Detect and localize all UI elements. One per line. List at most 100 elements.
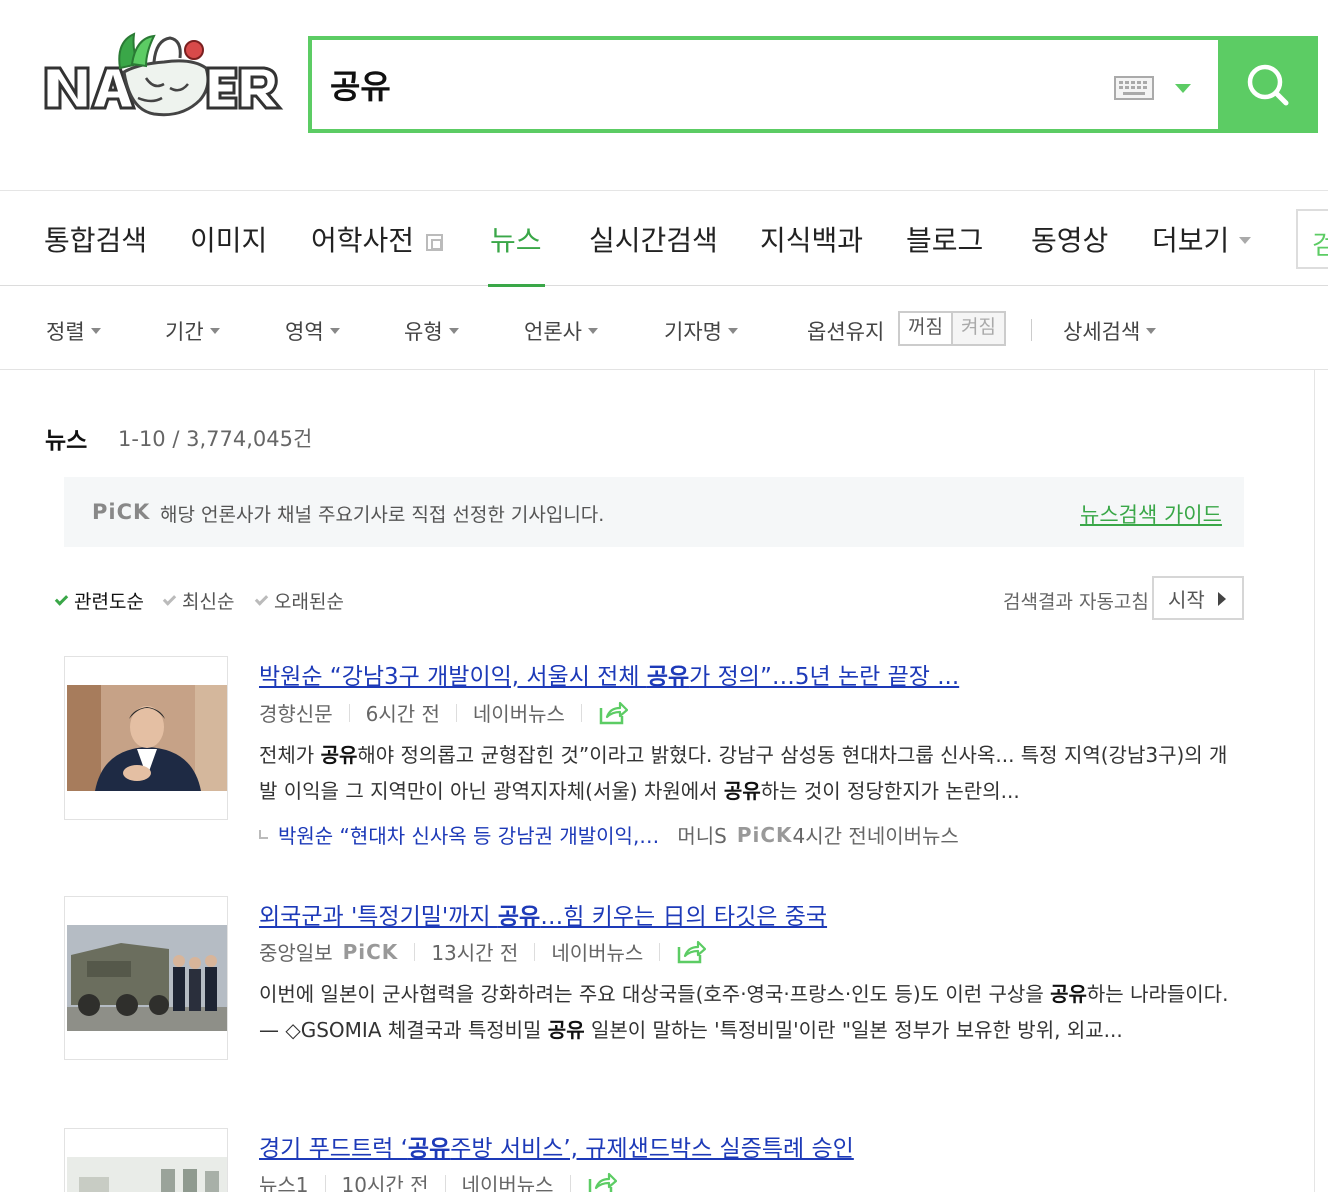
chevron-down-icon xyxy=(587,328,598,334)
news-title-highlight: 공유 xyxy=(497,904,541,930)
tab-dictionary[interactable]: 어학사전 xyxy=(311,219,444,259)
tab-blog[interactable]: 블로그 xyxy=(906,219,983,259)
separator xyxy=(659,942,661,961)
share-icon[interactable] xyxy=(676,939,707,965)
news-title-part: 외국군과 '특정기밀'까지 xyxy=(259,904,498,930)
share-icon[interactable] xyxy=(587,1171,617,1192)
sort-oldest[interactable]: 오래된순 xyxy=(254,587,344,614)
news-title-highlight: 공유 xyxy=(646,664,690,690)
autocomplete-toggle-icon[interactable] xyxy=(1175,84,1191,93)
snippet-highlight: 공유 xyxy=(320,743,358,767)
play-icon xyxy=(1218,592,1226,606)
news-title-link[interactable]: 박원순 “강남3구 개발이익, 서울시 전체 공유가 정의”…5년 논란 끝장 … xyxy=(259,657,959,691)
filter-type-label: 유형 xyxy=(404,320,443,344)
news-meta: 뉴스1 10시간 전 네이버뉴스 xyxy=(259,1169,617,1192)
news-source[interactable]: 중앙일보 xyxy=(259,937,333,966)
tab-more[interactable]: 더보기 xyxy=(1152,219,1252,259)
related-news-link[interactable]: 박원순 “현대차 신사옥 등 강남권 개발이익,… xyxy=(278,820,659,849)
news-title-part: 가 정의”…5년 논란 끝장 ... xyxy=(689,664,960,690)
news-thumbnail[interactable] xyxy=(64,1128,228,1192)
search-icon xyxy=(1247,64,1289,105)
pick-notice: PiCK 해당 언론사가 채널 주요기사로 직접 선정한 기사입니다. 뉴스검색… xyxy=(64,477,1244,547)
sort-oldest-label: 오래된순 xyxy=(274,591,344,613)
result-count: 1-10 / 3,774,045건 xyxy=(118,427,313,451)
pick-badge: PiCK xyxy=(342,939,399,964)
new-window-icon xyxy=(426,234,444,251)
naver-logo[interactable] xyxy=(42,28,287,124)
side-search-box[interactable]: 검 xyxy=(1296,209,1328,269)
tab-dictionary-label: 어학사전 xyxy=(311,224,415,257)
naver-news-link[interactable]: 네이버뉴스 xyxy=(462,1169,554,1192)
pick-logo: PiCK xyxy=(92,500,151,524)
naver-news-link[interactable]: 네이버뉴스 xyxy=(473,698,565,727)
chevron-down-icon xyxy=(1146,328,1157,334)
divider xyxy=(1031,319,1032,341)
check-icon xyxy=(54,592,69,606)
news-snippet: 전체가 공유해야 정의롭고 균형잡힌 것”이라고 밝혔다. 강남구 삼성동 현대… xyxy=(259,737,1244,809)
snippet-text: 이번에 일본이 군사협력을 강화하려는 주요 대상국들(호주·영국·프랑스·인도… xyxy=(259,982,1051,1006)
chevron-down-icon xyxy=(1239,237,1252,244)
news-meta: 중앙일보 PiCK 13시간 전 네이버뉴스 xyxy=(259,937,707,966)
news-title-link[interactable]: 경기 푸드트럭 ‘공유주방 서비스’, 규제샌드박스 실증특례 승인 xyxy=(259,1129,854,1163)
search-tabs: 통합검색 이미지 어학사전 뉴스 실시간검색 지식백과 블로그 동영상 더보기 … xyxy=(0,190,1328,287)
news-source[interactable]: 뉴스1 xyxy=(259,1169,309,1192)
right-divider xyxy=(1314,370,1315,1192)
tab-realtime[interactable]: 실시간검색 xyxy=(589,219,718,259)
news-search-guide-link[interactable]: 뉴스검색 가이드 xyxy=(1080,499,1222,529)
search-button[interactable] xyxy=(1218,36,1318,133)
sort-latest[interactable]: 최신순 xyxy=(162,587,235,614)
filter-area[interactable]: 영역 xyxy=(285,316,340,346)
filter-press[interactable]: 언론사 xyxy=(524,316,598,346)
news-title-part: 경기 푸드트럭 ‘ xyxy=(259,1136,408,1162)
separator xyxy=(569,1174,571,1192)
filter-sort-label: 정렬 xyxy=(46,320,85,344)
snippet-text: 전체가 xyxy=(259,743,321,767)
filter-sort[interactable]: 정렬 xyxy=(46,316,101,346)
sort-relevance-label: 관련도순 xyxy=(74,591,144,613)
separator xyxy=(414,942,416,961)
auto-refresh-start-button[interactable]: 시작 xyxy=(1152,576,1244,620)
share-icon[interactable] xyxy=(598,700,628,726)
naver-news-link[interactable]: 네이버뉴스 xyxy=(551,937,643,966)
filter-reporter-label: 기자명 xyxy=(664,320,722,344)
tab-encyclopedia[interactable]: 지식백과 xyxy=(760,219,863,259)
filter-advanced[interactable]: 상세검색 xyxy=(1063,316,1157,346)
option-on-button[interactable]: 켜짐 xyxy=(952,313,1004,344)
filter-period-label: 기간 xyxy=(165,320,204,344)
sort-latest-label: 최신순 xyxy=(182,591,235,613)
chevron-down-icon xyxy=(727,328,738,334)
tab-video[interactable]: 동영상 xyxy=(1031,219,1108,259)
news-thumbnail[interactable] xyxy=(64,896,228,1060)
sort-relevance[interactable]: 관련도순 xyxy=(54,587,144,614)
separator xyxy=(444,1174,446,1192)
related-time: 4시간 전 xyxy=(792,824,867,848)
news-thumbnail[interactable] xyxy=(64,656,228,820)
related-news: 박원순 “현대차 신사옥 등 강남권 개발이익,… 머니S PiCK 4시간 전… xyxy=(259,820,959,849)
tab-integrated[interactable]: 통합검색 xyxy=(44,219,147,259)
news-snippet: 이번에 일본이 군사협력을 강화하려는 주요 대상국들(호주·영국·프랑스·인도… xyxy=(259,976,1244,1048)
filter-reporter[interactable]: 기자명 xyxy=(664,316,738,346)
auto-refresh-label: 검색결과 자동고침 xyxy=(1003,591,1149,613)
news-title-link[interactable]: 외국군과 '특정기밀'까지 공유…힘 키우는 日의 타깃은 중국 xyxy=(259,897,827,931)
option-off-button[interactable]: 꺼짐 xyxy=(900,313,953,344)
snippet-highlight: 공유 xyxy=(1050,982,1087,1006)
search-input[interactable] xyxy=(330,58,1090,110)
check-icon xyxy=(254,592,269,606)
keyboard-icon[interactable] xyxy=(1114,76,1154,100)
tab-news[interactable]: 뉴스 xyxy=(490,219,542,259)
naver-news-link[interactable]: 네이버뉴스 xyxy=(867,820,959,849)
separator xyxy=(324,1174,326,1192)
news-time: 13시간 전 xyxy=(431,941,519,965)
section-title: 뉴스 xyxy=(45,428,88,454)
news-title-part: 박원순 “강남3구 개발이익, 서울시 전체 xyxy=(259,664,647,690)
filter-type[interactable]: 유형 xyxy=(404,316,459,346)
search-box xyxy=(308,36,1318,133)
tab-image[interactable]: 이미지 xyxy=(190,219,267,259)
filter-area-label: 영역 xyxy=(285,320,324,344)
related-source[interactable]: 머니S xyxy=(677,820,727,849)
filter-period[interactable]: 기간 xyxy=(165,316,220,346)
check-icon xyxy=(162,592,177,606)
news-source[interactable]: 경향신문 xyxy=(259,698,333,727)
chevron-down-icon xyxy=(448,328,459,334)
chevron-down-icon xyxy=(329,328,340,334)
